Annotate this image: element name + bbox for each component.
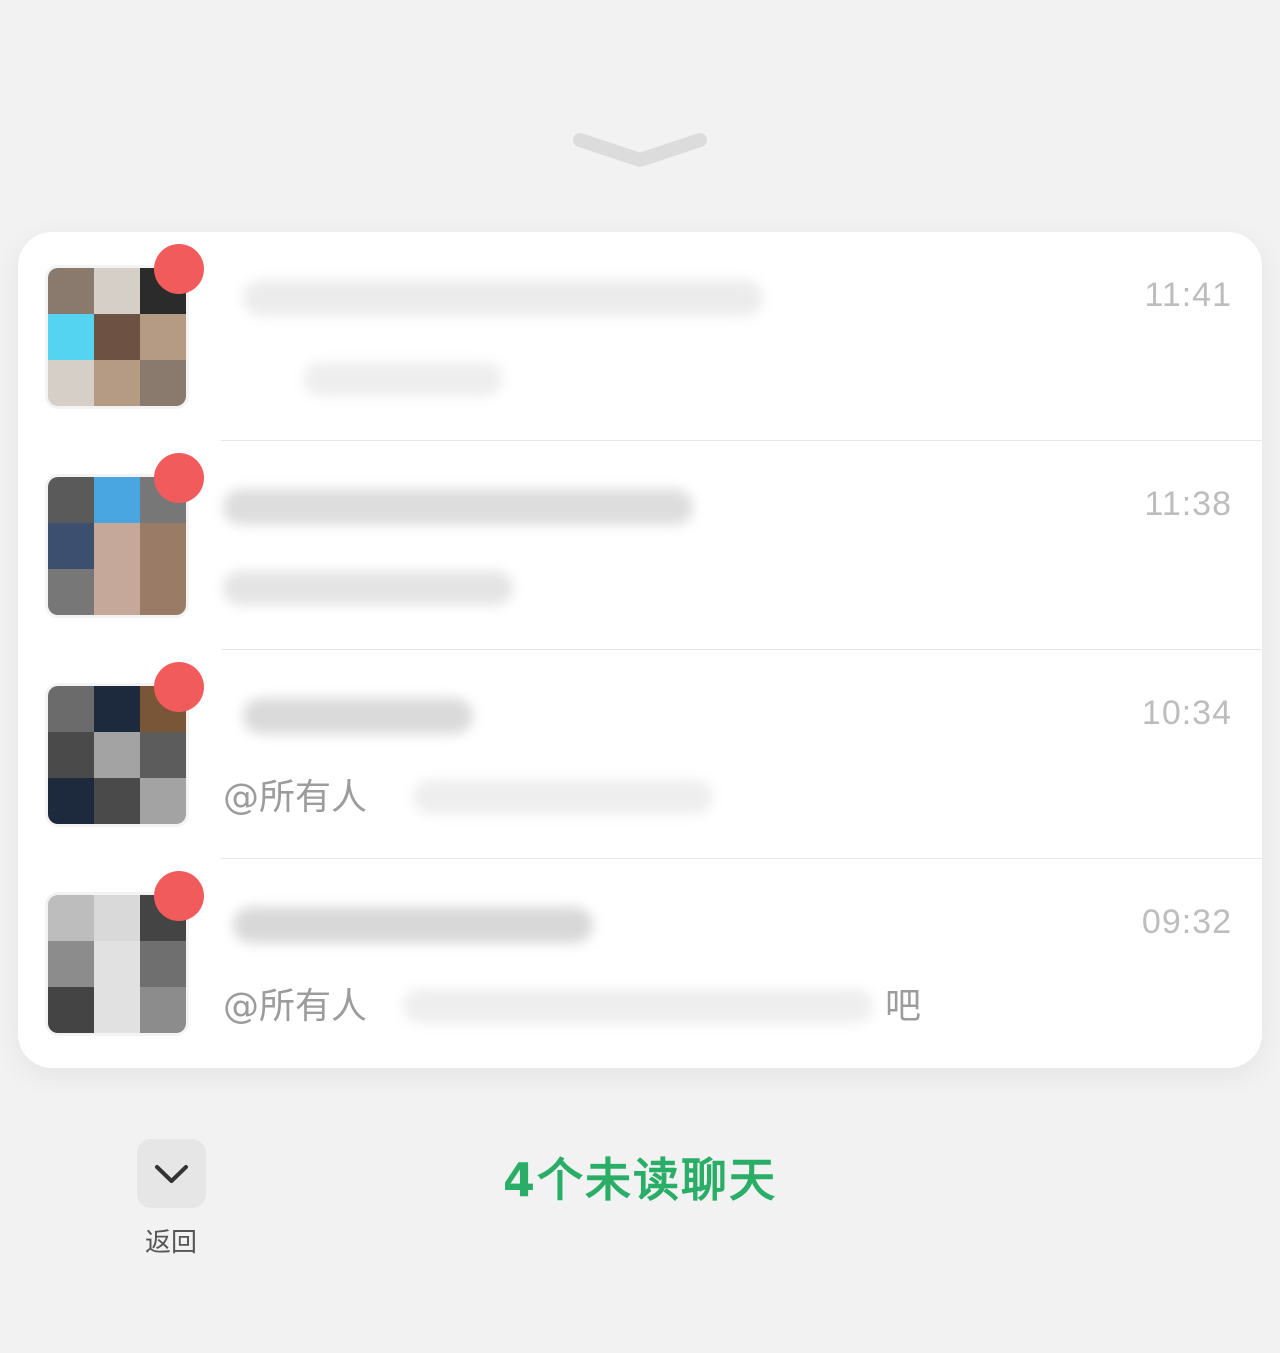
chat-row[interactable]: 11:38 [18, 441, 1262, 650]
chat-time: 09:32 [1141, 903, 1232, 941]
unread-badge [154, 871, 204, 921]
chat-preview: @所有人 [223, 768, 983, 824]
chat-time: 10:34 [1141, 694, 1232, 732]
chat-row[interactable]: 11:41 [18, 232, 1262, 441]
chat-row[interactable]: 10:34 @所有人 [18, 650, 1262, 859]
chat-preview-tail: 吧 [885, 986, 922, 1027]
unread-badge [154, 662, 204, 712]
chat-title [223, 895, 923, 953]
unread-badge [154, 453, 204, 503]
chevron-down-handle-icon [573, 133, 707, 167]
chat-title [223, 686, 923, 744]
unread-chats-card: 11:41 11:38 10:34 @所有人 09:32 @所有人 吧 [18, 232, 1262, 1068]
chevron-down-icon [155, 1165, 188, 1183]
chat-preview [223, 350, 983, 406]
chat-title [223, 477, 923, 535]
chat-preview [223, 559, 983, 615]
chat-time: 11:41 [1144, 276, 1232, 314]
unread-chats-count: 4个未读聊天 [502, 1153, 777, 1207]
unread-badge [154, 244, 204, 294]
chat-time: 11:38 [1144, 485, 1232, 523]
back-label[interactable]: 返回 [130, 1222, 212, 1259]
back-button[interactable] [137, 1139, 206, 1208]
chat-title [223, 268, 923, 326]
chat-preview: @所有人 吧 [223, 977, 983, 1033]
chat-row[interactable]: 09:32 @所有人 吧 [18, 859, 1262, 1068]
pull-down-handle[interactable] [568, 118, 712, 178]
